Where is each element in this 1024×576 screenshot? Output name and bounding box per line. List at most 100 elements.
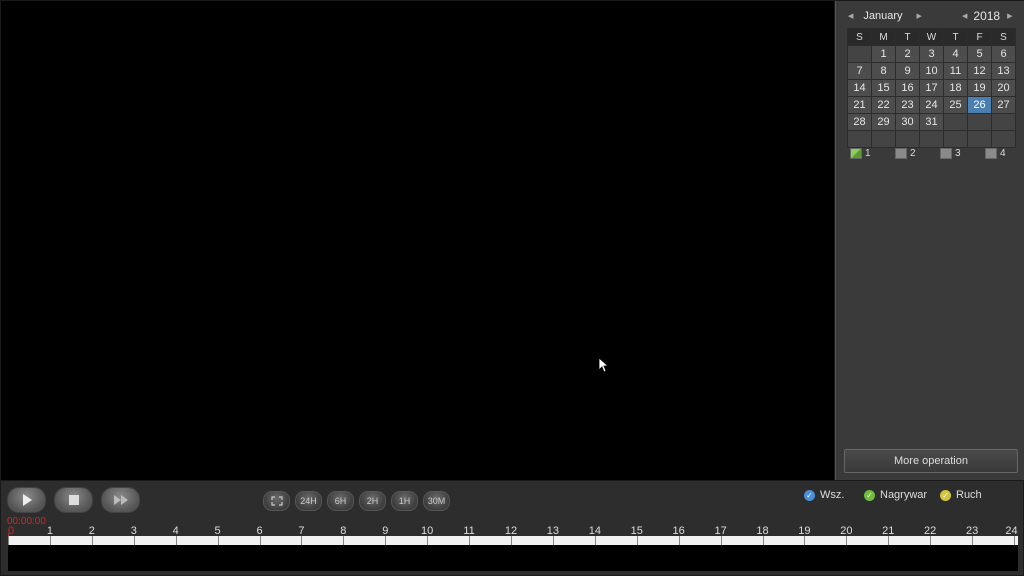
calendar-day-28[interactable]: 28 <box>847 113 872 131</box>
hour-tick <box>133 536 135 545</box>
video-playback-area[interactable] <box>1 1 834 480</box>
channel-checkbox[interactable] <box>985 148 997 159</box>
calendar-empty-cell <box>991 130 1016 148</box>
channel-2[interactable]: 2 <box>895 148 916 159</box>
calendar-day-14[interactable]: 14 <box>847 79 872 97</box>
play-button[interactable] <box>7 487 46 513</box>
timeline[interactable]: 0 1 2 3 4 5 6 7 8 9 10 11 12 13 14 15 16 17 18 19 20 21 22 23 24 <box>8 525 1018 571</box>
play-icon <box>22 494 32 506</box>
channel-label: 2 <box>910 148 916 159</box>
hour-tick <box>1014 536 1015 545</box>
calendar-empty-cell <box>967 130 992 148</box>
legend-wsz[interactable]: ✓ Wsz. <box>804 489 844 501</box>
calendar-empty-cell <box>991 113 1016 131</box>
zoom-2h-button[interactable]: 2H <box>359 491 386 511</box>
timeline-track[interactable] <box>8 536 1018 545</box>
side-panel: ◀ January ▶ ◀ 2018 ▶ S M T W T F S 1 2 3 4 5 6 7 8 9 10 1… <box>835 1 1024 480</box>
calendar-day-26[interactable]: 26 <box>967 96 992 114</box>
check-icon: ✓ <box>940 489 951 501</box>
channel-checkbox[interactable] <box>940 148 952 159</box>
calendar-day-7[interactable]: 7 <box>847 62 872 80</box>
hour-tick <box>175 536 177 545</box>
hour-tick <box>343 536 345 545</box>
channel-4[interactable]: 4 <box>985 148 1006 159</box>
fast-forward-button[interactable] <box>101 487 140 513</box>
calendar-day-13[interactable]: 13 <box>991 62 1016 80</box>
calendar-day-6[interactable]: 6 <box>991 45 1016 63</box>
zoom-24h-button[interactable]: 24H <box>295 491 322 511</box>
zoom-30m-button[interactable]: 30M <box>423 491 450 511</box>
channel-label: 1 <box>865 148 871 159</box>
weekday-header: W <box>919 28 944 46</box>
calendar-day-29[interactable]: 29 <box>871 113 896 131</box>
next-year-icon[interactable]: ▶ <box>1007 12 1012 20</box>
calendar-day-21[interactable]: 21 <box>847 96 872 114</box>
check-icon: ✓ <box>864 489 875 501</box>
stop-icon <box>68 495 79 505</box>
calendar-day-30[interactable]: 30 <box>895 113 920 131</box>
legend-nagrywar[interactable]: ✓ Nagrywar <box>864 489 927 501</box>
calendar-day-25[interactable]: 25 <box>943 96 968 114</box>
calendar-day-22[interactable]: 22 <box>871 96 896 114</box>
hour-tick <box>594 536 596 545</box>
calendar-day-19[interactable]: 19 <box>967 79 992 97</box>
calendar-day-23[interactable]: 23 <box>895 96 920 114</box>
calendar-day-11[interactable]: 11 <box>943 62 968 80</box>
fullscreen-button[interactable] <box>263 491 290 511</box>
calendar-day-2[interactable]: 2 <box>895 45 920 63</box>
zoom-1h-button[interactable]: 1H <box>391 491 418 511</box>
weekday-header: F <box>967 28 992 46</box>
weekday-header: M <box>871 28 896 46</box>
channel-checkbox[interactable] <box>895 148 907 159</box>
hour-tick <box>91 536 93 545</box>
calendar-day-12[interactable]: 12 <box>967 62 992 80</box>
fullscreen-icon <box>270 496 283 506</box>
calendar-empty-cell <box>847 130 872 148</box>
legend-label: Wsz. <box>820 489 845 501</box>
weekday-header: T <box>895 28 920 46</box>
calendar-day-27[interactable]: 27 <box>991 96 1016 114</box>
weekday-header: S <box>847 28 872 46</box>
month-label: January <box>863 10 903 22</box>
calendar-empty-cell <box>847 45 872 63</box>
channel-checkbox[interactable] <box>850 148 862 159</box>
calendar-day-18[interactable]: 18 <box>943 79 968 97</box>
hour-tick <box>469 536 471 545</box>
prev-year-icon[interactable]: ◀ <box>962 12 967 20</box>
calendar-day-16[interactable]: 16 <box>895 79 920 97</box>
channel-1[interactable]: 1 <box>850 148 871 159</box>
year-selector: ◀ 2018 ▶ <box>962 8 1012 24</box>
weekday-header: S <box>991 28 1016 46</box>
calendar-day-5[interactable]: 5 <box>967 45 992 63</box>
calendar-day-4[interactable]: 4 <box>943 45 968 63</box>
calendar-day-9[interactable]: 9 <box>895 62 920 80</box>
calendar-day-1[interactable]: 1 <box>871 45 896 63</box>
hour-tick <box>552 536 554 545</box>
prev-month-icon[interactable]: ◀ <box>848 12 853 20</box>
legend-ruch[interactable]: ✓ Ruch <box>940 489 982 501</box>
year-label: 2018 <box>973 9 1001 23</box>
zoom-6h-button[interactable]: 6H <box>327 491 354 511</box>
stop-button[interactable] <box>54 487 93 513</box>
check-icon: ✓ <box>804 489 815 501</box>
next-month-icon[interactable]: ▶ <box>917 12 922 20</box>
calendar-day-15[interactable]: 15 <box>871 79 896 97</box>
calendar-day-31[interactable]: 31 <box>919 113 944 131</box>
hour-tick <box>762 536 764 545</box>
calendar-day-24[interactable]: 24 <box>919 96 944 114</box>
calendar-day-20[interactable]: 20 <box>991 79 1016 97</box>
hour-tick <box>427 536 429 545</box>
more-operation-button[interactable]: More operation <box>844 449 1018 473</box>
calendar-day-10[interactable]: 10 <box>919 62 944 80</box>
hour-tick <box>636 536 638 545</box>
hour-tick <box>972 536 974 545</box>
hour-tick <box>8 536 9 545</box>
calendar-day-17[interactable]: 17 <box>919 79 944 97</box>
timeline-record-area[interactable] <box>8 545 1018 571</box>
channel-3[interactable]: 3 <box>940 148 961 159</box>
calendar-grid: S M T W T F S 1 2 3 4 5 6 7 8 9 10 11 12 13 14 15 16 17 18 19 20 21… <box>847 28 1016 148</box>
calendar-day-8[interactable]: 8 <box>871 62 896 80</box>
hour-tick <box>385 536 387 545</box>
calendar-empty-cell <box>919 130 944 148</box>
calendar-day-3[interactable]: 3 <box>919 45 944 63</box>
